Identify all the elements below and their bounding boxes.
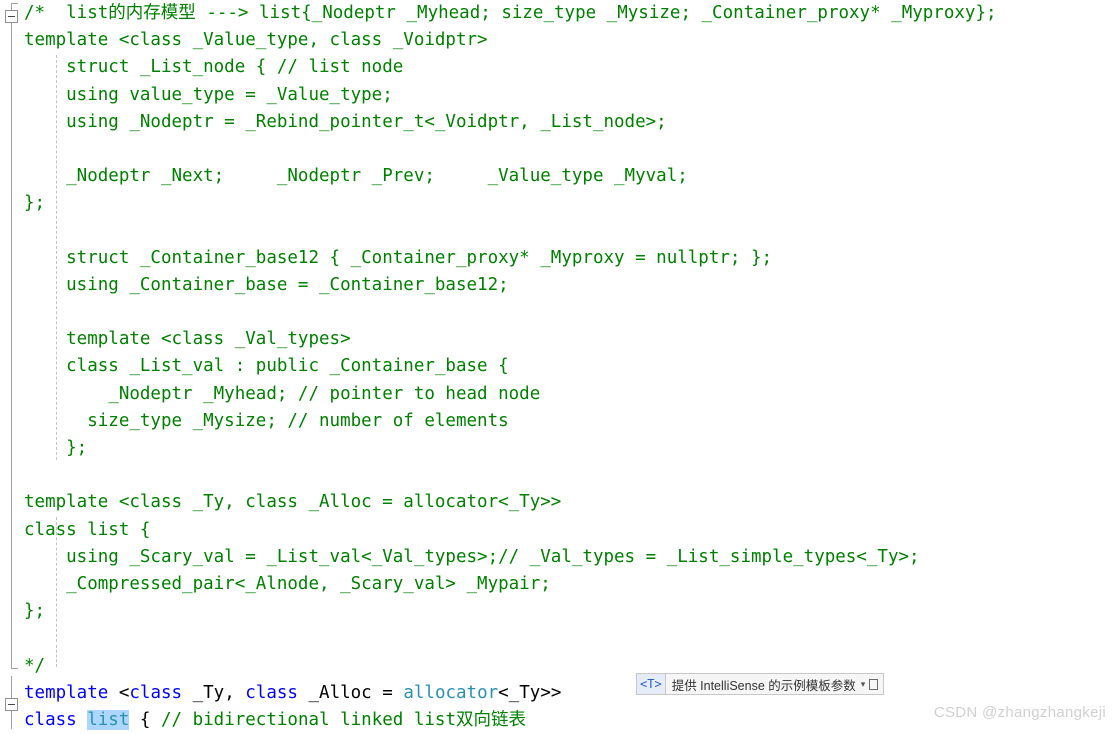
code-token: allocator: [403, 682, 499, 703]
code-line[interactable]: [22, 136, 1120, 163]
code-token: using value_type = _Value_type;: [24, 84, 393, 105]
code-line[interactable]: using _Container_base = _Container_base1…: [22, 272, 1120, 299]
code-token: _Nodeptr _Myhead; // pointer to head nod…: [24, 383, 541, 404]
collapse-minus-box-top[interactable]: [5, 10, 18, 23]
code-token: template: [24, 682, 119, 703]
code-line[interactable]: class list {: [22, 517, 1120, 544]
code-token: class: [24, 709, 88, 730]
code-token: class _List_val : public _Container_base…: [24, 356, 509, 377]
code-token: };: [24, 193, 46, 214]
code-line[interactable]: using _Scary_val = _List_val<_Val_types>…: [22, 544, 1120, 571]
template-param-tag: <T>: [637, 674, 666, 694]
code-token: // bidirectional linked list双向链表: [160, 709, 526, 730]
code-token: class list {: [24, 519, 151, 540]
outline-rail: [11, 711, 12, 729]
code-token: class: [129, 682, 193, 703]
code-line[interactable]: [22, 218, 1120, 245]
code-line[interactable]: [22, 299, 1120, 326]
code-token: class: [245, 682, 309, 703]
code-token: _Compressed_pair<_Alnode, _Scary_val> _M…: [24, 573, 551, 594]
code-token: template <class _Val_types>: [24, 329, 351, 350]
code-token: };: [24, 601, 46, 622]
code-line[interactable]: using value_type = _Value_type;: [22, 82, 1120, 109]
code-line[interactable]: using _Nodeptr = _Rebind_pointer_t<_Void…: [22, 109, 1120, 136]
outline-tick: [11, 668, 18, 669]
code-token: /* list的内存模型 ---> list{_Nodeptr _Myhead;…: [24, 3, 997, 23]
code-line[interactable]: template <class _Value_type, class _Void…: [22, 27, 1120, 54]
code-line[interactable]: _Nodeptr _Myhead; // pointer to head nod…: [22, 381, 1120, 408]
code-token: <: [118, 682, 130, 703]
code-token: ,: [224, 682, 246, 703]
code-line[interactable]: template <class _Ty, class _Alloc = allo…: [22, 489, 1120, 516]
code-token: {: [129, 709, 161, 730]
code-line[interactable]: [22, 462, 1120, 489]
pin-square-icon[interactable]: [869, 678, 879, 690]
code-editor[interactable]: /* list的内存模型 ---> list{_Nodeptr _Myhead;…: [0, 0, 1120, 730]
code-token: */: [24, 655, 46, 676]
code-line[interactable]: struct _List_node { // list node: [22, 54, 1120, 81]
code-token: =: [382, 682, 404, 703]
code-text-area[interactable]: /* list的内存模型 ---> list{_Nodeptr _Myhead;…: [22, 0, 1120, 730]
code-token: _Nodeptr _Next; _Nodeptr _Prev; _Value_t…: [24, 166, 688, 187]
code-line[interactable]: _Nodeptr _Next; _Nodeptr _Prev; _Value_t…: [22, 163, 1120, 190]
intellisense-template-param-popup[interactable]: <T> 提供 IntelliSense 的示例模板参数 ▾: [636, 673, 885, 695]
code-token: using _Scary_val = _List_val<_Val_types>…: [24, 546, 920, 567]
outlining-gutter[interactable]: [0, 0, 22, 729]
code-line[interactable]: /* list的内存模型 ---> list{_Nodeptr _Myhead;…: [22, 0, 1120, 27]
selected-token: list: [87, 709, 130, 730]
code-line[interactable]: */: [22, 653, 1120, 680]
code-token: template <class _Value_type, class _Void…: [24, 30, 488, 51]
code-line[interactable]: size_type _Mysize; // number of elements: [22, 408, 1120, 435]
template-param-label: 提供 IntelliSense 的示例模板参数: [671, 678, 856, 693]
outline-tick: [11, 3, 18, 4]
code-token: struct _List_node { // list node: [24, 57, 404, 78]
code-line[interactable]: struct _Container_base12 { _Container_pr…: [22, 245, 1120, 272]
code-token: using _Container_base = _Container_base1…: [24, 274, 509, 295]
outline-rail: [11, 23, 12, 668]
code-line[interactable]: template <class _Ty, class _Alloc = allo…: [22, 680, 1120, 707]
code-line[interactable]: _Compressed_pair<_Alnode, _Scary_val> _M…: [22, 571, 1120, 598]
code-line[interactable]: };: [22, 598, 1120, 625]
code-line[interactable]: [22, 625, 1120, 652]
code-token: };: [24, 438, 88, 458]
code-token: <_Ty>>: [498, 682, 562, 703]
collapse-minus-box-bottom[interactable]: [5, 698, 18, 711]
code-token: using _Nodeptr = _Rebind_pointer_t<_Void…: [24, 111, 667, 132]
code-line[interactable]: };: [22, 190, 1120, 217]
code-token: _Alloc: [308, 682, 383, 703]
code-token: size_type _Mysize; // number of elements: [24, 410, 509, 431]
outline-rail: [11, 676, 12, 698]
chevron-down-icon[interactable]: ▾: [861, 674, 870, 694]
code-line[interactable]: class _List_val : public _Container_base…: [22, 353, 1120, 380]
code-token: struct _Container_base12 { _Container_pr…: [24, 247, 773, 268]
code-token: template <class _Ty, class _Alloc = allo…: [24, 492, 562, 513]
code-token: _Ty: [192, 682, 225, 703]
csdn-watermark: CSDN @zhangzhangkeji: [933, 704, 1106, 721]
code-line[interactable]: template <class _Val_types>: [22, 326, 1120, 353]
code-line[interactable]: };: [22, 435, 1120, 462]
